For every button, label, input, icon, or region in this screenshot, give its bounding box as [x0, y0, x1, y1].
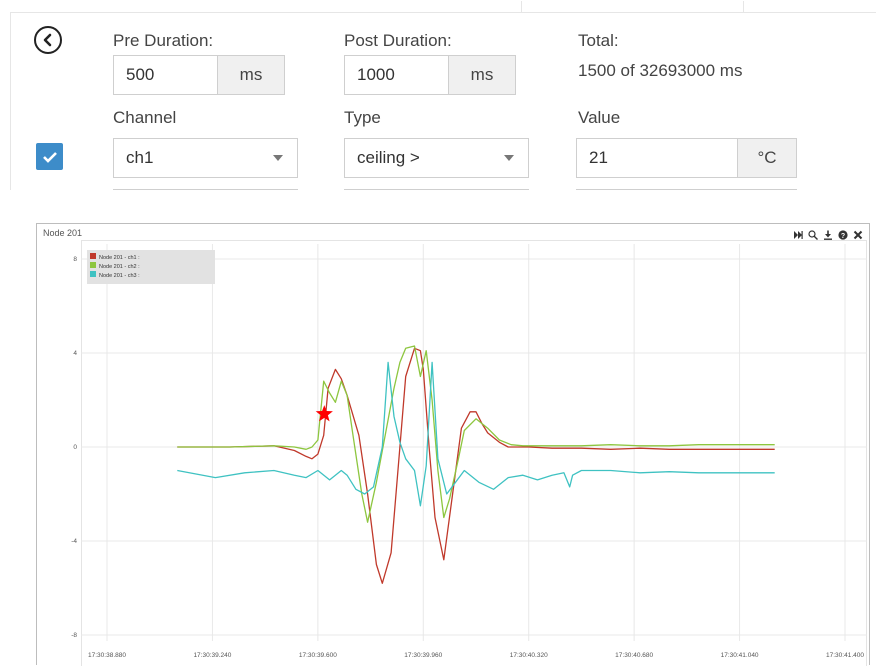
- chevron-down-icon: [273, 155, 283, 161]
- x-tick-label: 17:30:38.880: [88, 652, 126, 659]
- x-tick-label: 17:30:41.400: [826, 652, 864, 659]
- back-button[interactable]: [34, 26, 62, 54]
- pre-duration-label: Pre Duration:: [113, 31, 214, 50]
- post-duration-label: Post Duration:: [344, 31, 452, 50]
- x-tick-label: 17:30:39.960: [404, 652, 442, 659]
- total-label: Total:: [578, 31, 619, 50]
- channel-selected: ch1: [126, 148, 154, 167]
- checkmark-icon: [42, 151, 57, 163]
- top-divider: [10, 1, 876, 13]
- type-underline: [344, 189, 529, 190]
- top-divider-tick: [743, 1, 744, 13]
- legend-swatch: [90, 262, 96, 268]
- post-duration-input[interactable]: 1000: [344, 55, 449, 95]
- series-line: [177, 361, 775, 507]
- value-input[interactable]: 21: [576, 138, 738, 178]
- pre-duration-input[interactable]: 500: [113, 55, 218, 95]
- value-underline: [576, 189, 797, 190]
- chevron-down-icon: [504, 155, 514, 161]
- chart-panel: Node 201 ? 17:30:38.880 17:30:39.240 17:30…: [36, 223, 870, 666]
- left-divider: [10, 12, 11, 190]
- x-tick-label: 17:30:40.680: [615, 652, 653, 659]
- value-label: Value: [578, 108, 621, 127]
- value-unit: °C: [737, 138, 797, 178]
- type-selected: ceiling >: [357, 148, 420, 167]
- y-tick-label: 4: [73, 350, 77, 357]
- x-tick-label: 17:30:39.240: [193, 652, 231, 659]
- y-tick-label: -8: [71, 632, 77, 639]
- x-tick-label: 17:30:39.600: [299, 652, 337, 659]
- pre-duration-unit: ms: [217, 55, 285, 95]
- y-tick-label: -4: [71, 538, 77, 545]
- series-line: [177, 345, 775, 523]
- y-tick-label: 8: [73, 256, 77, 263]
- line-chart: 17:30:38.880 17:30:39.240 17:30:39.600 17:3…: [71, 244, 867, 659]
- legend-swatch: [90, 253, 96, 259]
- legend-label: Node 201 - ch2 :: [99, 264, 140, 270]
- total-value: 1500 of 32693000 ms: [578, 61, 743, 80]
- chevron-left-circle-icon: [43, 33, 52, 47]
- legend-label: Node 201 - ch1 :: [99, 255, 140, 261]
- legend-swatch: [90, 271, 96, 277]
- channel-underline: [113, 189, 298, 190]
- top-divider-tick: [521, 1, 522, 13]
- y-tick-label: 0: [73, 444, 77, 451]
- series-line: [177, 347, 775, 584]
- post-duration-unit: ms: [448, 55, 516, 95]
- x-tick-label: 17:30:40.320: [510, 652, 548, 659]
- channel-select[interactable]: ch1: [113, 138, 298, 178]
- type-label: Type: [344, 108, 381, 127]
- channel-label: Channel: [113, 108, 177, 127]
- legend-label: Node 201 - ch3 :: [99, 273, 140, 279]
- enable-filter-checkbox[interactable]: [36, 143, 63, 170]
- type-select[interactable]: ceiling >: [344, 138, 529, 178]
- x-tick-label: 17:30:41.040: [721, 652, 759, 659]
